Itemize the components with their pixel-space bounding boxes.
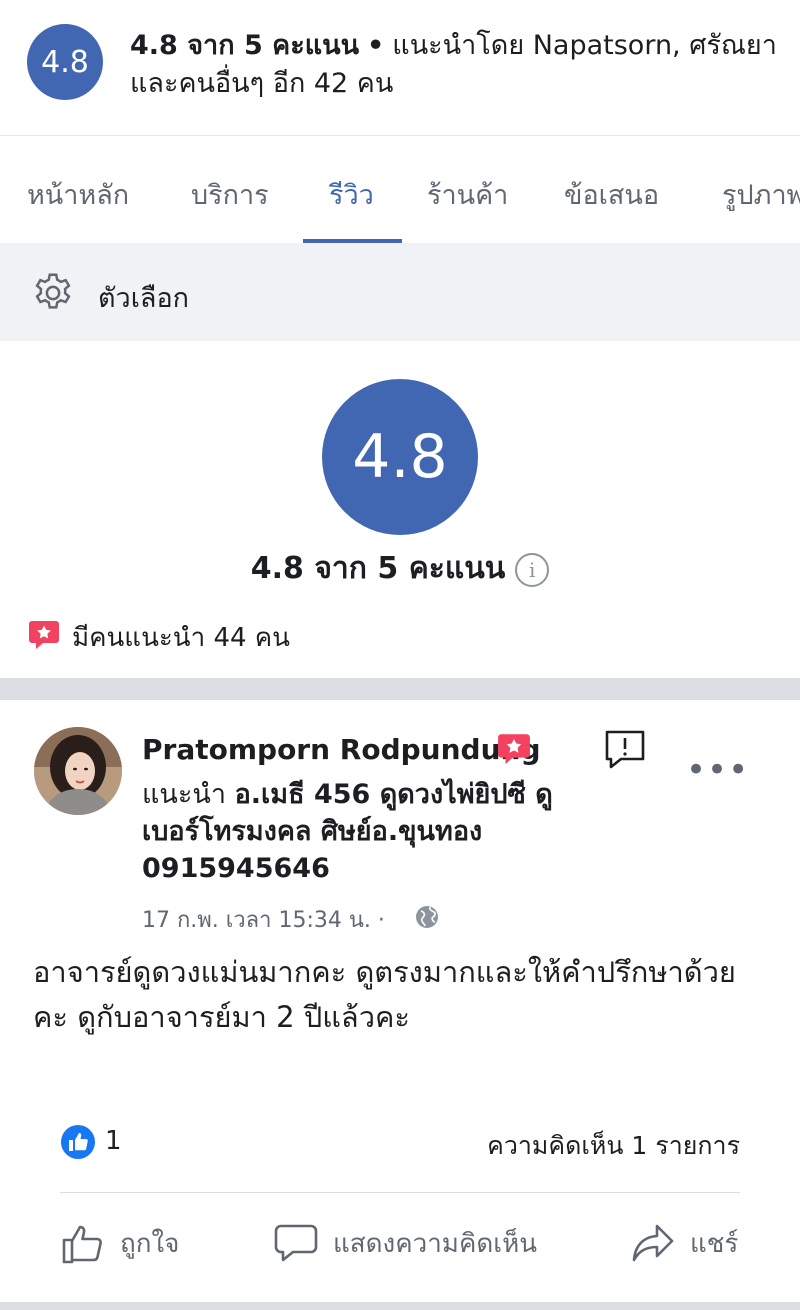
summary-rating-text: 4.8 จาก 5 คะแนน <box>130 30 360 61</box>
summary-text: 4.8 จาก 5 คะแนน • แนะนำโดย Napatsorn, ศรัณ… <box>130 27 790 103</box>
like-count[interactable]: 1 <box>105 1126 122 1156</box>
comment-count-link[interactable]: ความคิดเห็น 1 รายการ <box>487 1126 740 1166</box>
rating-line: 4.8 จาก 5 คะแนน i <box>0 545 800 592</box>
gear-icon[interactable] <box>30 270 76 316</box>
post-timestamp[interactable]: 17 ก.พ. เวลา 15:34 น. · <box>142 902 385 937</box>
tab-photos[interactable]: รูปภาพ <box>722 173 800 216</box>
post-body: อาจารย์ดูดวงแม่นมากคะ ดูตรงมากและให้คำปร… <box>33 955 736 1034</box>
avatar[interactable] <box>34 727 122 815</box>
comment-button[interactable]: แสดงความคิดเห็น <box>273 1218 537 1268</box>
share-button[interactable]: แชร์ <box>630 1218 738 1268</box>
section-divider <box>0 678 800 700</box>
share-button-label: แชร์ <box>690 1228 739 1259</box>
avatar-photo <box>34 727 122 815</box>
post-author-name[interactable]: Pratomporn Rodpundung <box>142 733 541 766</box>
like-button-label: ถูกใจ <box>120 1228 180 1259</box>
comment-button-label: แสดงความคิดเห็น <box>333 1228 538 1259</box>
tab-offers[interactable]: ข้อเสนอ <box>564 173 659 216</box>
info-icon[interactable]: i <box>515 552 550 587</box>
globe-icon <box>416 906 438 928</box>
options-label[interactable]: ตัวเลือก <box>98 276 189 319</box>
recommend-prefix: แนะนำ <box>142 779 226 810</box>
tab-reviews[interactable]: รีวิว <box>329 173 374 216</box>
like-reaction-icon[interactable] <box>60 1124 96 1160</box>
recommend-count-text: มีคนแนะนำ 44 คน <box>72 623 290 653</box>
recommend-badge-icon <box>498 734 530 764</box>
thumbs-up-icon <box>62 1225 102 1264</box>
tab-home[interactable]: หน้าหลัก <box>27 173 129 216</box>
bottom-divider <box>0 1302 800 1310</box>
more-options-icon[interactable]: ••• <box>686 752 748 792</box>
share-arrow-icon <box>632 1224 674 1262</box>
report-icon[interactable] <box>603 728 647 772</box>
rating-text: 4.8 จาก 5 คะแนน <box>250 551 506 586</box>
recommend-badge-icon <box>29 621 59 649</box>
post-recommendation: แนะนำ อ.เมธี 456 ดูดวงไพ่ยิปซี ดูเบอร์โท… <box>142 776 582 887</box>
tab-shop[interactable]: ร้านค้า <box>427 173 508 216</box>
tab-services[interactable]: บริการ <box>191 173 269 216</box>
actions-separator <box>60 1192 740 1193</box>
like-button[interactable]: ถูกใจ <box>60 1218 179 1268</box>
summary-rating-badge: 4.8 <box>27 24 103 100</box>
page-tabs: หน้าหลัก บริการ รีวิว ร้านค้า ข้อเสนอ รู… <box>0 137 800 243</box>
comment-bubble-icon <box>274 1224 318 1262</box>
summary-dot: • <box>367 30 385 61</box>
big-rating-badge: 4.8 <box>322 379 478 535</box>
rating-summary-header: 4.8 4.8 จาก 5 คะแนน • แนะนำโดย Napatsorn, … <box>0 0 800 136</box>
